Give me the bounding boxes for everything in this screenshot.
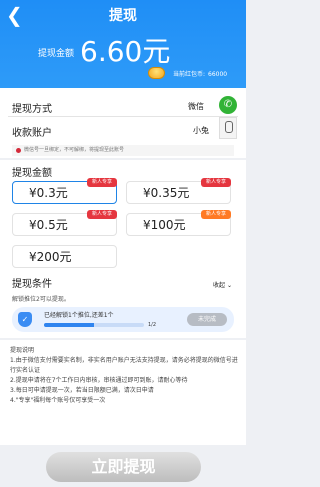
- option-label: ¥200元: [29, 250, 72, 264]
- amount-option-200[interactable]: ¥200元: [12, 245, 117, 268]
- amount-option-0.3[interactable]: ¥0.3元 新人专享: [12, 178, 117, 204]
- option-label: ¥0.3元: [29, 186, 68, 200]
- method-value: 微信: [188, 102, 204, 111]
- amount-option-100[interactable]: ¥100元 新人专享: [126, 210, 231, 236]
- new-user-tag: 新人专享: [86, 210, 117, 219]
- progress-bar: [44, 323, 144, 327]
- shield-check-icon: ✓: [18, 312, 32, 327]
- coin-icon: [148, 67, 165, 79]
- method-label: 提现方式: [12, 104, 52, 115]
- progress-text: 1/2: [148, 322, 157, 328]
- new-user-tag: 新人专享: [200, 210, 231, 219]
- option-label: ¥0.5元: [29, 218, 68, 232]
- conditions-title: 提现条件: [12, 279, 52, 290]
- submit-button[interactable]: 立即提现: [46, 452, 201, 482]
- collapse-label: 收起: [213, 282, 226, 289]
- status-button[interactable]: 未完成: [187, 313, 227, 326]
- withdraw-amount: 6.60元: [80, 35, 171, 68]
- option-label: ¥100元: [143, 218, 186, 232]
- condition-text: 已经解锁1个推位,还差1个: [44, 312, 114, 319]
- description-title: 提现说明: [10, 347, 35, 354]
- option-label: ¥0.35元: [143, 186, 190, 200]
- conditions-sub: 解锁推位2可以提现。: [12, 296, 70, 303]
- progress-fill: [44, 323, 94, 327]
- description-line: 2.提现申请将在7个工作日内审核，审核通过即可到账，请耐心等待: [10, 377, 188, 384]
- new-user-tag: 新人专享: [86, 178, 117, 187]
- balance-label: 当前红包币:: [173, 71, 206, 78]
- bind-notice: 微信号一旦绑定，不可解绑，将提现至此账号: [12, 145, 234, 156]
- amount-section-title: 提现金额: [12, 168, 52, 179]
- wechat-icon: ✆: [219, 96, 237, 114]
- account-value[interactable]: 小兔: [193, 125, 209, 136]
- balance-value: 66000: [208, 71, 228, 78]
- collapse-toggle[interactable]: 收起 ⌄: [213, 280, 232, 289]
- chevron-down-icon: ⌄: [226, 282, 232, 289]
- amount-option-0.5[interactable]: ¥0.5元 新人专享: [12, 210, 117, 236]
- new-user-tag: 新人专享: [200, 178, 231, 187]
- balance: 当前红包币: 66000: [170, 69, 227, 78]
- description-line: 3.每日可申请提现一次，若当日限额已满，请次日申请: [10, 387, 154, 394]
- notice-dot-icon: [16, 148, 21, 153]
- amount-option-0.35[interactable]: ¥0.35元 新人专享: [126, 178, 231, 204]
- header: ❮ 提现 提现金额 6.60元 当前红包币: 66000: [0, 0, 246, 88]
- description-line: 1.由于微信支付需要实名制，非实名用户账户无法支持提现，请务必将提现的微信号进行…: [10, 357, 238, 374]
- amount-label: 提现金额: [38, 49, 75, 59]
- description-line: 4."专享"福利每个账号仅可享受一次: [10, 397, 106, 404]
- account-label: 收款账户: [12, 128, 52, 139]
- divider: [8, 116, 238, 117]
- notice-text: 微信号一旦绑定，不可解绑，将提现至此账号: [24, 147, 125, 153]
- page-title: 提现: [109, 8, 137, 24]
- description: 提现说明 1.由于微信支付需要实名制，非实名用户账户无法支持提现，请务必将提现的…: [10, 346, 240, 406]
- avatar[interactable]: [219, 117, 237, 139]
